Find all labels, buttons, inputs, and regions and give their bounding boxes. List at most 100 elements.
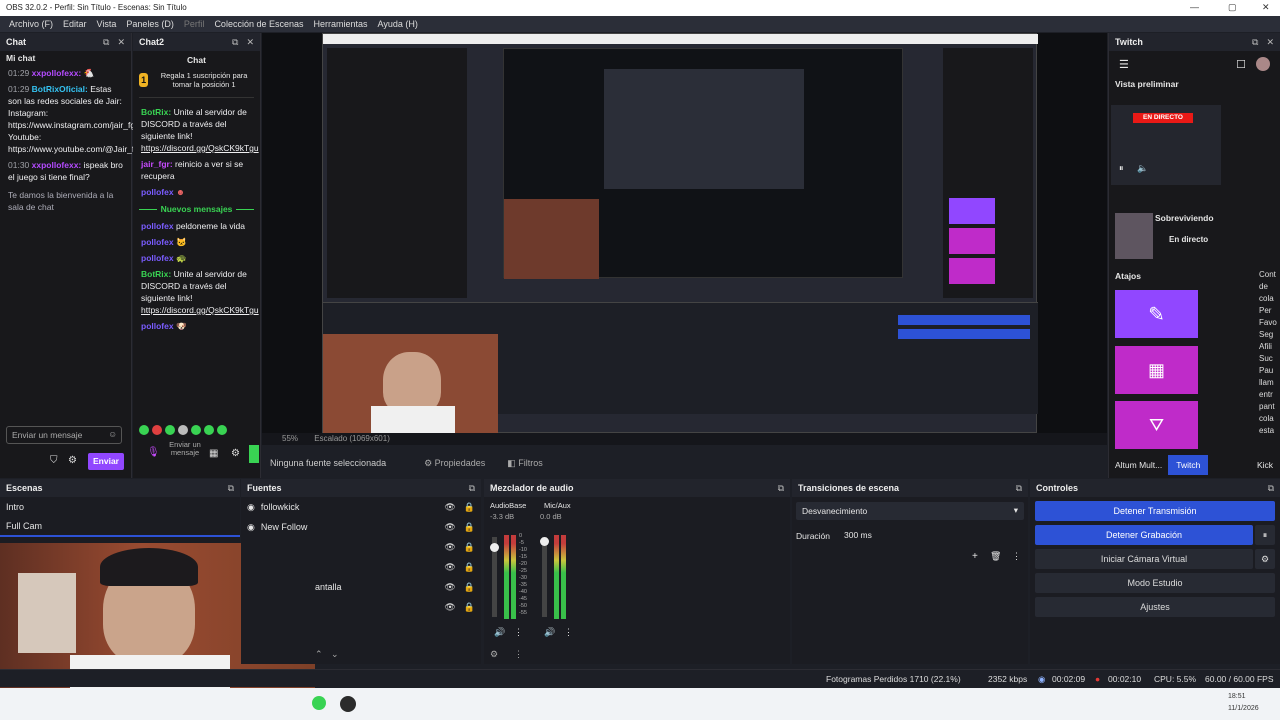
maximize-icon[interactable]: ▢	[1228, 2, 1237, 13]
preview-canvas[interactable]: 55% Escalado (1069x601)	[262, 33, 1107, 445]
stream-thumbnail[interactable]	[1115, 213, 1153, 259]
close-icon[interactable]: ✕	[1262, 2, 1270, 13]
filters-button[interactable]: ◧ Filtros	[507, 458, 543, 469]
stop-recording-button[interactable]: Detener Grabación	[1035, 525, 1253, 545]
lock-icon[interactable]: 🔒	[464, 582, 475, 593]
source-item[interactable]: 👁 🔒	[241, 597, 481, 617]
menu-tools[interactable]: Herramientas	[309, 16, 373, 32]
settings-button[interactable]: Ajustes	[1035, 597, 1275, 617]
chat-username[interactable]: jair_fgr:	[141, 159, 173, 169]
lock-icon[interactable]: 🔒	[464, 542, 475, 553]
twitch-preview[interactable]: EN DIRECTO ⏸ 🔈	[1111, 105, 1221, 185]
chat-username[interactable]: xxpollofexx:	[32, 160, 82, 170]
shield-icon[interactable]: ⛉	[50, 455, 58, 466]
float-icon[interactable]: ⧉	[1016, 483, 1022, 494]
shortcut-clapper[interactable]: ▦	[1115, 346, 1198, 394]
virtual-camera-settings[interactable]: ⚙	[1255, 549, 1275, 569]
menu-docks[interactable]: Paneles (D)	[121, 16, 179, 32]
emote-bar[interactable]	[139, 425, 227, 435]
chat2-input-placeholder[interactable]: Enviar un mensaje	[163, 441, 207, 457]
studio-mode-button[interactable]: Modo Estudio	[1035, 573, 1275, 593]
float-icon[interactable]: ⧉	[469, 483, 475, 494]
speaker-icon[interactable]: 🔊	[544, 627, 555, 638]
shortcuts-label[interactable]: Atajos	[1115, 271, 1141, 281]
scale-mode[interactable]: Escalado (1069x601)	[314, 434, 390, 443]
volume-slider[interactable]	[540, 537, 549, 617]
close-dock-icon[interactable]: ✕	[117, 37, 125, 48]
gift-sub-banner[interactable]: 1 Regala 1 suscripción para tomar la pos…	[133, 69, 260, 91]
close-dock-icon[interactable]: ✕	[246, 37, 254, 48]
eye-icon[interactable]: 👁	[444, 582, 455, 593]
kebab-menu-icon[interactable]: ⋮	[1012, 551, 1021, 562]
chat-username[interactable]: BotRix:	[141, 107, 171, 117]
kebab-menu-icon[interactable]: ⋮	[514, 627, 523, 638]
avatar[interactable]	[1256, 57, 1270, 71]
chat-input[interactable]: Enviar un mensaje ☺	[6, 426, 122, 444]
menu-scene-collection[interactable]: Colección de Escenas	[209, 16, 308, 32]
float-icon[interactable]: ⧉	[103, 37, 109, 48]
chat-link[interactable]: https://discord.gg/QskCK9kTgu	[141, 305, 259, 315]
float-icon[interactable]: ⧉	[1252, 37, 1258, 48]
shortcut-pencil[interactable]: ✎	[1115, 290, 1198, 338]
source-item[interactable]: antalla 👁 🔒	[241, 577, 481, 597]
mixer-more-icon[interactable]: ⋮	[514, 649, 523, 660]
move-up-icon[interactable]: ⌃	[315, 649, 323, 660]
float-icon[interactable]: ⧉	[778, 483, 784, 494]
slider-handle[interactable]	[490, 543, 499, 552]
menu-file[interactable]: Archivo (F)	[4, 16, 58, 32]
add-transition-icon[interactable]: +	[972, 551, 978, 562]
eye-icon[interactable]: 👁	[444, 522, 455, 533]
tab-altum[interactable]: Altum Mult...	[1109, 455, 1168, 475]
lock-icon[interactable]: 🔒	[464, 502, 475, 513]
scene-item[interactable]: Intro	[0, 497, 240, 517]
source-item[interactable]: 👁 🔒	[241, 557, 481, 577]
stream-title[interactable]: Sobreviviendo	[1155, 213, 1214, 223]
transition-select[interactable]: Desvanecimiento ▾	[796, 502, 1024, 520]
chat-link[interactable]: https://discord.gg/QskCK9kTgu	[141, 143, 259, 153]
move-down-icon[interactable]: ⌄	[331, 649, 339, 660]
mic-icon[interactable]: 🎙	[147, 447, 160, 458]
lock-icon[interactable]: 🔒	[464, 602, 475, 613]
float-icon[interactable]: ⧉	[228, 483, 234, 494]
float-icon[interactable]: ⧉	[232, 37, 238, 48]
properties-button[interactable]: ⚙ Propiedades	[424, 458, 485, 469]
float-icon[interactable]: ⧉	[1268, 483, 1274, 494]
virtual-camera-button[interactable]: Iniciar Cámara Virtual	[1035, 549, 1253, 569]
chat-username[interactable]: pollofex	[141, 221, 174, 231]
chat-username[interactable]: xxpollofexx:	[32, 68, 82, 78]
volume-icon[interactable]: 🔈	[1137, 163, 1148, 174]
scene-item-selected[interactable]: Full Cam	[0, 517, 240, 537]
chat-username[interactable]: pollofex	[141, 321, 174, 331]
speaker-icon[interactable]: 🔊	[494, 627, 505, 638]
store-icon[interactable]: ▦	[209, 448, 218, 459]
eye-icon[interactable]: 👁	[444, 602, 455, 613]
kebab-menu-icon[interactable]: ⋮	[564, 627, 573, 638]
menu-icon[interactable]: ☰	[1119, 58, 1129, 71]
pause-recording-button[interactable]: ⏸	[1255, 525, 1275, 545]
close-dock-icon[interactable]: ✕	[1266, 37, 1274, 48]
slider-handle[interactable]	[540, 537, 549, 546]
notification-icon[interactable]: ☐	[1236, 58, 1246, 71]
eye-icon[interactable]: 👁	[444, 502, 455, 513]
menu-edit[interactable]: Editar	[58, 16, 92, 32]
source-item[interactable]: ◉ followkick 👁 🔒	[241, 497, 481, 517]
mixer-settings-icon[interactable]: ⚙	[490, 649, 498, 660]
obs-taskbar-icon[interactable]	[340, 696, 356, 712]
chat-username[interactable]: BotRix:	[141, 269, 171, 279]
shortcut-wheel[interactable]: ⛛	[1115, 401, 1198, 449]
minimize-icon[interactable]: —	[1190, 2, 1199, 12]
taskbar-app-icon[interactable]	[312, 696, 326, 710]
chat-username[interactable]: BotRixOficial:	[32, 84, 88, 94]
send-button[interactable]: Enviar	[88, 453, 124, 470]
tab-kick[interactable]: Kick	[1249, 455, 1280, 475]
chat-username[interactable]: pollofex	[141, 237, 174, 247]
menu-help[interactable]: Ayuda (H)	[373, 16, 423, 32]
pause-icon[interactable]: ⏸	[1119, 163, 1124, 174]
trash-icon[interactable]: 🗑	[990, 551, 1001, 562]
chat-username[interactable]: pollofex	[141, 253, 174, 263]
volume-slider[interactable]	[490, 537, 499, 617]
send-indicator[interactable]	[249, 445, 259, 463]
lock-icon[interactable]: 🔒	[464, 522, 475, 533]
tab-twitch[interactable]: Twitch	[1168, 455, 1209, 475]
chat-username[interactable]: pollofex	[141, 187, 174, 197]
